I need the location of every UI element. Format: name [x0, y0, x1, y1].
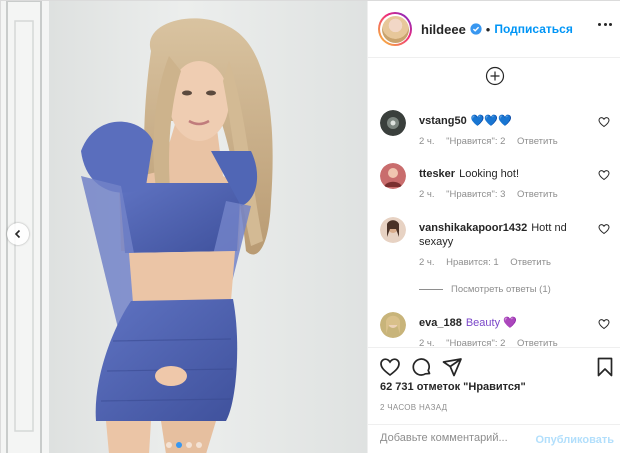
comment-input[interactable]	[380, 432, 540, 444]
comment-likes[interactable]: "Нравится": 2	[446, 338, 505, 346]
chevron-left-icon	[14, 229, 21, 239]
heart-icon[interactable]	[598, 318, 610, 330]
comment-body: 💙💙💙	[470, 115, 512, 127]
likes-count[interactable]: 62 731 отметок "Нравится"	[380, 381, 526, 393]
comment-avatar[interactable]	[380, 312, 406, 338]
comment-text: eva_188 Beauty 💜	[419, 316, 589, 330]
replies-divider	[419, 289, 443, 290]
comment-meta: 2 ч. "Нравится": 2 Ответить	[419, 338, 567, 346]
comment-avatar[interactable]	[380, 163, 406, 189]
load-more-comments-icon[interactable]	[485, 66, 505, 86]
post-photo[interactable]	[1, 1, 367, 453]
instagram-post-modal: hildeee • Подписаться vstang50 💙💙💙 2 ч. …	[0, 0, 620, 453]
heart-icon[interactable]	[598, 223, 610, 235]
carousel-prev-button[interactable]	[7, 223, 29, 245]
comment-time: 2 ч.	[419, 338, 435, 346]
reply-button[interactable]: Ответить	[517, 189, 558, 200]
post-header: hildeee • Подписаться	[368, 1, 620, 58]
comment-likes[interactable]: Нравится: 1	[446, 257, 498, 268]
author-avatar[interactable]	[378, 12, 412, 46]
post-actions-bar	[368, 347, 620, 383]
follow-button[interactable]: Подписаться	[494, 22, 572, 36]
reply-button[interactable]: Ответить	[517, 338, 558, 346]
more-options-icon[interactable]	[598, 23, 612, 27]
comments-list: vstang50 💙💙💙 2 ч. "Нравится": 2 Ответить …	[368, 58, 620, 346]
header-separator: •	[485, 21, 491, 37]
comment-text: ttesker Looking hot!	[419, 167, 589, 181]
view-replies-label: Посмотреть ответы (1)	[451, 284, 551, 295]
comment-time: 2 ч.	[419, 189, 435, 200]
carousel-dot-active	[176, 442, 182, 448]
comment-likes[interactable]: "Нравится": 3	[446, 189, 505, 200]
verified-badge-icon	[470, 23, 482, 35]
author-username[interactable]: hildeee	[421, 22, 466, 37]
comment-username[interactable]: vanshikakapoor1432	[419, 222, 527, 234]
add-comment-bar: Опубликовать	[368, 424, 620, 453]
comment-avatar[interactable]	[380, 217, 406, 243]
post-timestamp: 2 ЧАСОВ НАЗАД	[380, 403, 448, 412]
comment-meta: 2 ч. Нравится: 1 Ответить	[419, 257, 560, 268]
carousel-dot	[196, 442, 202, 448]
reply-button[interactable]: Ответить	[517, 136, 558, 147]
comment-meta: 2 ч. "Нравится": 2 Ответить	[419, 136, 567, 147]
comment-text: vanshikakapoor1432 Hott nd sexayy	[419, 221, 589, 249]
like-heart-icon[interactable]	[379, 356, 401, 378]
post-side-panel: hildeee • Подписаться vstang50 💙💙💙 2 ч. …	[367, 1, 620, 453]
comment-meta: 2 ч. "Нравится": 3 Ответить	[419, 189, 567, 200]
comment-text: vstang50 💙💙💙	[419, 114, 589, 128]
carousel-dots	[1, 442, 367, 448]
comment-time: 2 ч.	[419, 257, 435, 268]
carousel-dot	[186, 442, 192, 448]
post-image	[1, 1, 367, 453]
comment-username[interactable]: ttesker	[419, 168, 455, 180]
heart-icon[interactable]	[598, 169, 610, 181]
comment-body: Looking hot!	[459, 168, 520, 180]
share-send-icon[interactable]	[441, 356, 463, 378]
comment-avatar[interactable]	[380, 110, 406, 136]
carousel-dot	[166, 442, 172, 448]
comment-bubble-icon[interactable]	[410, 356, 432, 378]
bookmark-icon[interactable]	[594, 356, 616, 378]
view-replies-button[interactable]: Посмотреть ответы (1)	[419, 284, 551, 295]
reply-button[interactable]: Ответить	[510, 257, 551, 268]
heart-icon[interactable]	[598, 116, 610, 128]
comment-body: Beauty 💜	[465, 317, 517, 329]
comment-likes[interactable]: "Нравится": 2	[446, 136, 505, 147]
comment-username[interactable]: eva_188	[419, 317, 462, 329]
publish-button[interactable]: Опубликовать	[535, 434, 614, 446]
comment-time: 2 ч.	[419, 136, 435, 147]
comment-username[interactable]: vstang50	[419, 115, 467, 127]
